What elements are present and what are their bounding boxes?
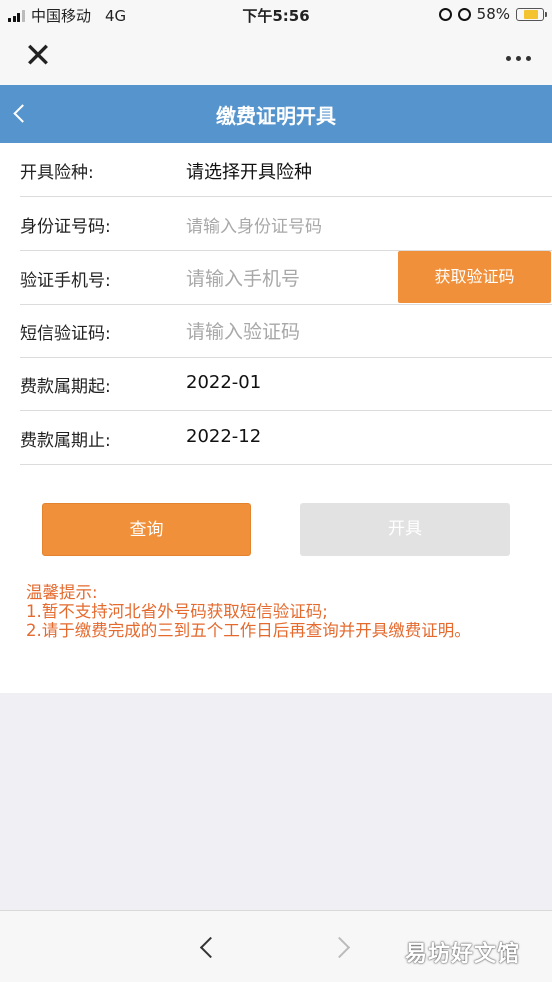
- status-right: 58%: [433, 5, 547, 23]
- nav-back-icon[interactable]: [195, 933, 219, 963]
- watermark-text: 易坊好文馆: [405, 942, 521, 967]
- insurance-type-row[interactable]: 开具险种: 请选择开具险种: [20, 143, 552, 197]
- issue-button[interactable]: 开具: [300, 503, 510, 556]
- phone-label: 验证手机号:: [20, 271, 111, 291]
- status-bar: 中国移动 4G 下午5:56 58%: [0, 0, 552, 30]
- browser-top-bar: ✕: [0, 30, 552, 85]
- more-options-icon[interactable]: [498, 38, 538, 78]
- insurance-type-label: 开具险种:: [20, 163, 94, 183]
- id-number-input[interactable]: 请输入身份证号码: [186, 212, 322, 237]
- period-end-picker[interactable]: 2022-12: [186, 426, 261, 447]
- battery-percent: 58%: [476, 5, 510, 23]
- page-title: 缴费证明开具: [216, 104, 336, 128]
- form-card: 开具险种: 请选择开具险种 身份证号码: 请输入身份证号码 验证手机号: 请输入…: [0, 143, 552, 693]
- query-button[interactable]: 查询: [42, 503, 251, 556]
- sms-code-label: 短信验证码:: [20, 324, 111, 344]
- alarm-icon: [457, 7, 471, 21]
- period-start-row[interactable]: 费款属期起: 2022-01: [20, 357, 552, 411]
- sms-code-row: 短信验证码: 请输入验证码: [20, 304, 552, 358]
- period-end-row[interactable]: 费款属期止: 2022-12: [20, 411, 552, 465]
- tips-title: 温馨提示:: [26, 583, 98, 602]
- id-number-label: 身份证号码:: [20, 217, 111, 237]
- sms-code-input[interactable]: 请输入验证码: [186, 317, 300, 344]
- tips-notice: 温馨提示: 1.暂不支持河北省外号码获取短信验证码; 2.请于缴费完成的三到五个…: [26, 583, 531, 640]
- tips-line-2: 2.请于缴费完成的三到五个工作日后再查询并开具缴费证明。: [26, 621, 471, 640]
- period-start-picker[interactable]: 2022-01: [186, 372, 261, 393]
- period-start-label: 费款属期起:: [20, 377, 111, 397]
- browser-bottom-bar: 易坊好文馆: [0, 910, 552, 982]
- battery-icon: [516, 7, 547, 21]
- get-code-button[interactable]: 获取验证码: [398, 251, 551, 303]
- rotation-lock-icon: [438, 7, 452, 21]
- page-header: 缴费证明开具: [0, 85, 552, 143]
- phone-input[interactable]: 请输入手机号: [186, 264, 300, 291]
- period-end-label: 费款属期止:: [20, 431, 111, 451]
- tips-line-1: 1.暂不支持河北省外号码获取短信验证码;: [26, 602, 328, 621]
- nav-forward-icon[interactable]: [330, 933, 354, 963]
- close-icon[interactable]: ✕: [18, 38, 58, 78]
- id-number-row: 身份证号码: 请输入身份证号码: [20, 197, 552, 251]
- insurance-type-select[interactable]: 请选择开具险种: [186, 158, 312, 184]
